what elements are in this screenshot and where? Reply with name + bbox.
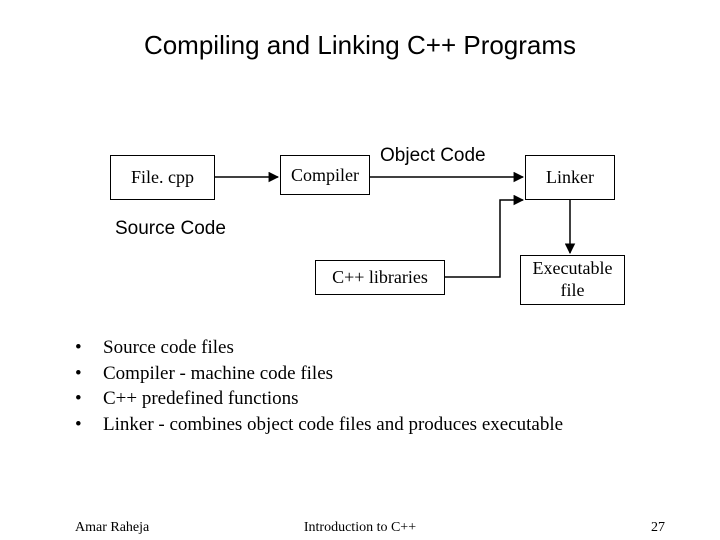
box-cpp-libraries: C++ libraries	[315, 260, 445, 295]
box-compiler: Compiler	[280, 155, 370, 195]
footer-subject: Introduction to C++	[0, 520, 720, 536]
list-item: •Linker - combines object code files and…	[75, 412, 563, 438]
bullet-text: C++ predefined functions	[103, 386, 299, 412]
bullet-text: Source code files	[103, 335, 234, 361]
bullet-list: •Source code files •Compiler - machine c…	[75, 335, 563, 438]
list-item: •Compiler - machine code files	[75, 361, 563, 387]
label-source-code: Source Code	[115, 218, 226, 240]
list-item: •Source code files	[75, 335, 563, 361]
exec-line2: file	[533, 280, 613, 302]
label-object-code: Object Code	[380, 145, 486, 167]
footer-page: 27	[651, 520, 665, 536]
exec-line1: Executable	[533, 258, 613, 280]
bullet-text: Compiler - machine code files	[103, 361, 333, 387]
bullet-text: Linker - combines object code files and …	[103, 412, 563, 438]
slide-title: Compiling and Linking C++ Programs	[0, 30, 720, 61]
box-linker: Linker	[525, 155, 615, 200]
box-source-file: File. cpp	[110, 155, 215, 200]
box-executable: Executable file	[520, 255, 625, 305]
list-item: •C++ predefined functions	[75, 386, 563, 412]
